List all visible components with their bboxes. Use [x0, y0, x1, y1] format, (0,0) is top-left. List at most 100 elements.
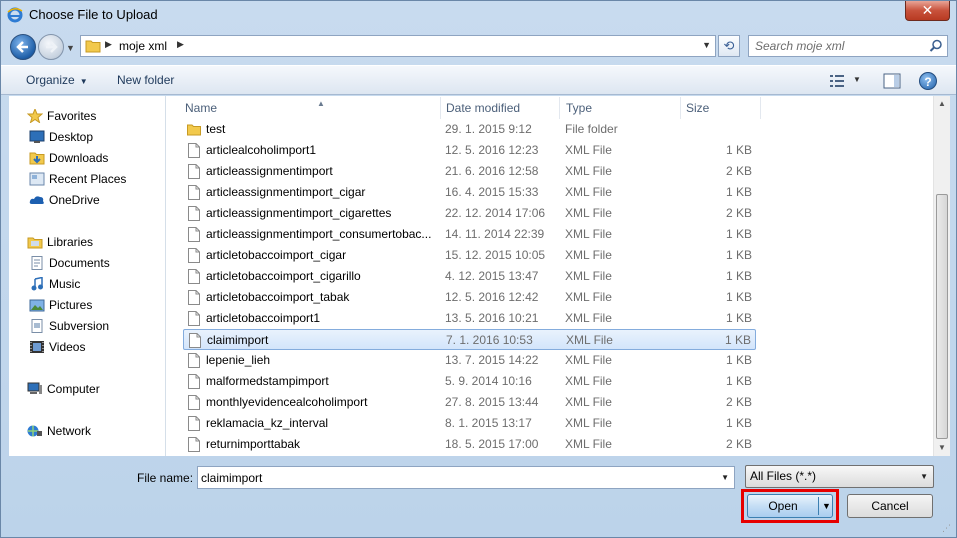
- file-row[interactable]: lepenie_lieh 13. 7. 2015 14:22 XML File 1 K…: [183, 350, 756, 371]
- forward-button[interactable]: [38, 34, 64, 60]
- file-name: articletobaccoimport_cigar: [206, 248, 347, 262]
- file-size: 1 KB: [725, 143, 752, 157]
- nav-item-label: Favorites: [47, 109, 97, 123]
- scroll-down-icon[interactable]: ▼: [934, 440, 950, 456]
- open-button[interactable]: Open ▼: [747, 494, 833, 518]
- vertical-scrollbar[interactable]: ▲ ▼: [933, 96, 950, 456]
- file-row[interactable]: articleassignmentimport 21. 6. 2016 12:58…: [183, 161, 756, 182]
- refresh-button[interactable]: ⟲: [718, 35, 740, 57]
- folder-row[interactable]: test 29. 1. 2015 9:12 File folder: [183, 119, 756, 140]
- organize-menu[interactable]: Organize ▼: [26, 73, 88, 87]
- view-options-dropdown[interactable]: ▼: [853, 75, 861, 84]
- sort-ascending-icon: ▲: [317, 99, 325, 108]
- file-date-modified: 8. 1. 2015 13:17: [445, 416, 532, 430]
- scroll-thumb[interactable]: [936, 194, 948, 439]
- file-size: 2 KB: [725, 206, 752, 220]
- file-date-modified: 21. 6. 2016 12:58: [445, 164, 539, 178]
- breadcrumb-current-folder[interactable]: moje xml: [119, 39, 167, 53]
- file-name: articletobaccoimport1: [206, 311, 321, 325]
- file-type: XML File: [565, 227, 612, 241]
- file-name: malformedstampimport: [206, 374, 329, 388]
- breadcrumb-arrow-icon[interactable]: ▶: [177, 39, 184, 50]
- file-row[interactable]: articleassignmentimport_cigarettes 22. 12…: [183, 203, 756, 224]
- preview-pane-icon[interactable]: [883, 73, 901, 89]
- column-header-size[interactable]: Size: [681, 97, 761, 119]
- file-icon: [187, 269, 201, 284]
- file-row[interactable]: reklamacia_kz_interval 8. 1. 2015 13:17 XM…: [183, 413, 756, 434]
- file-row[interactable]: articlealcoholimport1 12. 5. 2016 12:23 XM…: [183, 140, 756, 161]
- resize-grip-icon[interactable]: ⋰: [942, 523, 952, 533]
- file-name-input[interactable]: [201, 470, 701, 486]
- file-date-modified: 4. 12. 2015 13:47: [445, 269, 539, 283]
- videos-icon: [29, 340, 45, 354]
- file-name: articlealcoholimport1: [206, 143, 317, 157]
- file-row[interactable]: claimimport 7. 1. 2016 10:53 XML File 1 KB: [183, 329, 756, 350]
- file-icon: [187, 416, 201, 431]
- file-type: XML File: [565, 143, 612, 157]
- column-header-date-modified[interactable]: Date modified: [441, 97, 560, 119]
- navigation-bar: ▼ ▶ moje xml ▶ ▼ ⟲: [1, 31, 956, 63]
- open-options-dropdown[interactable]: ▼: [822, 495, 831, 517]
- file-name: test: [206, 122, 226, 136]
- breadcrumb-arrow-icon[interactable]: ▶: [105, 39, 112, 50]
- file-icon: [187, 143, 201, 158]
- close-button[interactable]: ✕: [905, 1, 950, 21]
- change-view-icon[interactable]: [829, 74, 845, 88]
- help-icon[interactable]: ?: [919, 72, 937, 90]
- file-row[interactable]: articleassignmentimport_cigar 16. 4. 2015…: [183, 182, 756, 203]
- file-type-select[interactable]: All Files (*.*) ▼: [745, 465, 934, 488]
- file-row[interactable]: monthlyevidencealcoholimport 27. 8. 2015 …: [183, 392, 756, 413]
- file-row[interactable]: articletobaccoimport_tabak 12. 5. 2016 12…: [183, 287, 756, 308]
- subversion-icon: [29, 319, 45, 333]
- search-box[interactable]: [748, 35, 948, 57]
- recent-pages-dropdown[interactable]: ▼: [66, 43, 75, 53]
- file-name: monthlyevidencealcoholimport: [206, 395, 368, 409]
- cancel-button[interactable]: Cancel: [847, 494, 933, 518]
- nav-item-label: Recent Places: [49, 172, 127, 186]
- back-button[interactable]: [10, 34, 36, 60]
- nav-item-label: Network: [47, 424, 92, 438]
- file-name: articleassignmentimport_cigar: [206, 185, 366, 199]
- nav-item-label: Videos: [49, 340, 86, 354]
- file-size: 1 KB: [725, 185, 752, 199]
- back-arrow-icon: [16, 41, 28, 53]
- file-row[interactable]: articletobaccoimport_cigar 15. 12. 2015 1…: [183, 245, 756, 266]
- file-icon: [187, 374, 201, 389]
- file-name: articleassignmentimport_consumertobac...: [206, 227, 432, 241]
- file-row[interactable]: articletobaccoimport_cigarillo 4. 12. 201…: [183, 266, 756, 287]
- file-row[interactable]: returnimporttabak 18. 5. 2015 17:00 XML Fi…: [183, 434, 756, 455]
- search-icon[interactable]: [929, 39, 943, 53]
- file-icon: [187, 206, 201, 221]
- column-header-type[interactable]: Type: [561, 97, 681, 119]
- search-input[interactable]: [755, 38, 925, 54]
- file-date-modified: 12. 5. 2016 12:23: [445, 143, 539, 157]
- file-icon: [187, 290, 201, 305]
- network-icon: [27, 424, 43, 438]
- file-size: 1 KB: [725, 290, 752, 304]
- file-name: articleassignmentimport: [206, 164, 333, 178]
- file-size: 2 KB: [725, 395, 752, 409]
- command-toolbar: Organize ▼ New folder ▼ ?: [1, 65, 956, 95]
- file-size: 1 KB: [725, 227, 752, 241]
- file-name: articletobaccoimport_tabak: [206, 290, 350, 304]
- downloads-icon: [29, 151, 45, 165]
- file-row[interactable]: articletobaccoimport1 13. 5. 2016 10:21 XM…: [183, 308, 756, 329]
- file-size: 1 KB: [725, 416, 752, 430]
- file-type: XML File: [565, 416, 612, 430]
- scroll-up-icon[interactable]: ▲: [934, 96, 950, 112]
- star-icon: [26, 107, 44, 124]
- new-folder-button[interactable]: New folder: [117, 73, 174, 87]
- address-dropdown-icon[interactable]: ▼: [702, 40, 711, 50]
- folder-icon: [187, 122, 201, 137]
- file-name: returnimporttabak: [206, 437, 301, 451]
- file-row[interactable]: malformedstampimport 5. 9. 2014 10:16 XML …: [183, 371, 756, 392]
- file-type: XML File: [565, 311, 612, 325]
- chevron-down-icon[interactable]: ▼: [721, 473, 729, 482]
- file-row[interactable]: articleassignmentimport_consumertobac...…: [183, 224, 756, 245]
- column-header-name[interactable]: Name ▲: [180, 97, 441, 119]
- file-name-combo[interactable]: ▼: [197, 466, 735, 489]
- file-name: claimimport: [207, 333, 269, 347]
- file-icon: [188, 333, 202, 348]
- folder-icon: [85, 40, 101, 53]
- address-bar[interactable]: ▶ moje xml ▶ ▼: [80, 35, 716, 57]
